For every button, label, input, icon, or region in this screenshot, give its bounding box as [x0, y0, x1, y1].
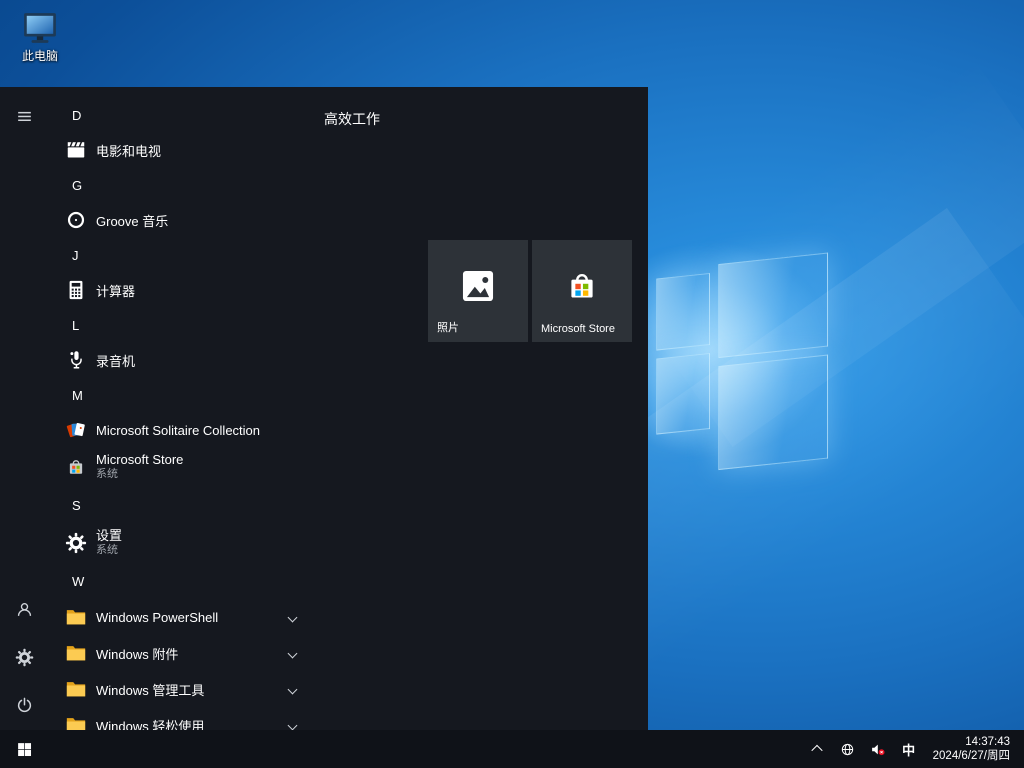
user-icon: [15, 600, 34, 619]
app-item-microsoft-store[interactable]: Microsoft Store 系统: [48, 447, 308, 487]
windows-logo-icon: [16, 741, 33, 758]
app-item-solitaire[interactable]: Microsoft Solitaire Collection: [48, 413, 308, 447]
app-item-voice-recorder[interactable]: 录音机: [48, 343, 308, 377]
folder-item-windows-powershell[interactable]: Windows PowerShell: [48, 599, 308, 635]
settings-button[interactable]: [0, 633, 48, 681]
chevron-down-icon[interactable]: [288, 612, 298, 622]
app-label: 设置: [96, 528, 122, 544]
start-button[interactable]: [0, 730, 48, 768]
section-header-m[interactable]: M: [48, 377, 308, 413]
desktop-icon-label: 此电脑: [22, 47, 58, 64]
folder-icon: [64, 677, 88, 701]
clock-time: 14:37:43: [933, 735, 1010, 749]
calculator-icon: [64, 278, 88, 302]
folder-icon: [64, 605, 88, 629]
app-item-movies-tv[interactable]: 电影和电视: [48, 133, 308, 167]
folder-icon: [64, 641, 88, 665]
hamburger-icon: [15, 107, 34, 126]
folder-item-windows-ease-of-access[interactable]: Windows 轻松使用: [48, 707, 308, 730]
taskbar: 中 14:37:43 2024/6/27/周四: [0, 730, 1024, 768]
section-header-d[interactable]: D: [48, 97, 308, 133]
section-header-g[interactable]: G: [48, 167, 308, 203]
chevron-down-icon[interactable]: [288, 720, 298, 730]
tile-group: 照片 Microsoft Store: [428, 240, 632, 342]
globe-icon: [839, 741, 856, 758]
tile-label: Microsoft Store: [541, 323, 615, 335]
tile-photos[interactable]: 照片: [428, 240, 528, 342]
tile-microsoft-store[interactable]: Microsoft Store: [532, 240, 632, 342]
desktop-icon-this-pc[interactable]: 此电脑: [8, 12, 72, 64]
app-item-groove-music[interactable]: Groove 音乐: [48, 203, 308, 237]
clock-date: 2024/6/27/周四: [933, 749, 1010, 763]
folder-item-windows-admin-tools[interactable]: Windows 管理工具: [48, 671, 308, 707]
power-button[interactable]: [0, 681, 48, 729]
wallpaper-logo-pane: [656, 273, 710, 351]
expand-menu-button[interactable]: [0, 92, 48, 140]
groove-music-icon: [64, 208, 88, 232]
chevron-down-icon[interactable]: [288, 684, 298, 694]
app-item-calculator[interactable]: 计算器: [48, 273, 308, 307]
ime-indicator[interactable]: 中: [897, 730, 921, 768]
app-item-settings[interactable]: 设置 系统: [48, 523, 308, 563]
chevron-up-icon: [811, 745, 822, 756]
tile-group-title[interactable]: 高效工作: [324, 109, 380, 129]
section-header-s[interactable]: S: [48, 487, 308, 523]
app-sublabel: 系统: [96, 544, 122, 558]
clock[interactable]: 14:37:43 2024/6/27/周四: [927, 735, 1016, 764]
section-header-l[interactable]: L: [48, 307, 308, 343]
computer-icon: [22, 12, 58, 44]
power-icon: [15, 696, 34, 715]
start-app-list: D 电影和电视 G Groove 音乐 J 计算器 L 录音机 M Micros…: [48, 97, 308, 730]
store-bag-icon: [563, 267, 601, 310]
network-button[interactable]: [835, 730, 860, 768]
wallpaper-logo-pane: [718, 355, 828, 471]
wallpaper-logo-pane: [656, 353, 710, 435]
folder-icon: [64, 713, 88, 730]
start-menu-rail: [0, 87, 48, 730]
section-header-j[interactable]: J: [48, 237, 308, 273]
app-sublabel: 系统: [96, 468, 183, 482]
movies-tv-icon: [64, 138, 88, 162]
app-label: Microsoft Store: [96, 452, 183, 468]
volume-button[interactable]: [866, 730, 891, 768]
start-menu: D 电影和电视 G Groove 音乐 J 计算器 L 录音机 M Micros…: [0, 87, 648, 730]
solitaire-icon: [64, 418, 88, 442]
wallpaper-logo-pane: [718, 253, 828, 359]
user-account-button[interactable]: [0, 585, 48, 633]
gear-icon: [64, 531, 88, 555]
voice-recorder-icon: [64, 348, 88, 372]
tile-label: 照片: [437, 319, 459, 335]
tray-expand-button[interactable]: [805, 730, 829, 768]
chevron-down-icon[interactable]: [288, 648, 298, 658]
store-bag-icon: [64, 455, 88, 479]
system-tray: 中 14:37:43 2024/6/27/周四: [805, 730, 1024, 768]
gear-icon: [15, 648, 34, 667]
section-header-w[interactable]: W: [48, 563, 308, 599]
folder-item-windows-accessories[interactable]: Windows 附件: [48, 635, 308, 671]
photos-icon: [459, 267, 497, 310]
volume-muted-icon: [870, 741, 887, 758]
